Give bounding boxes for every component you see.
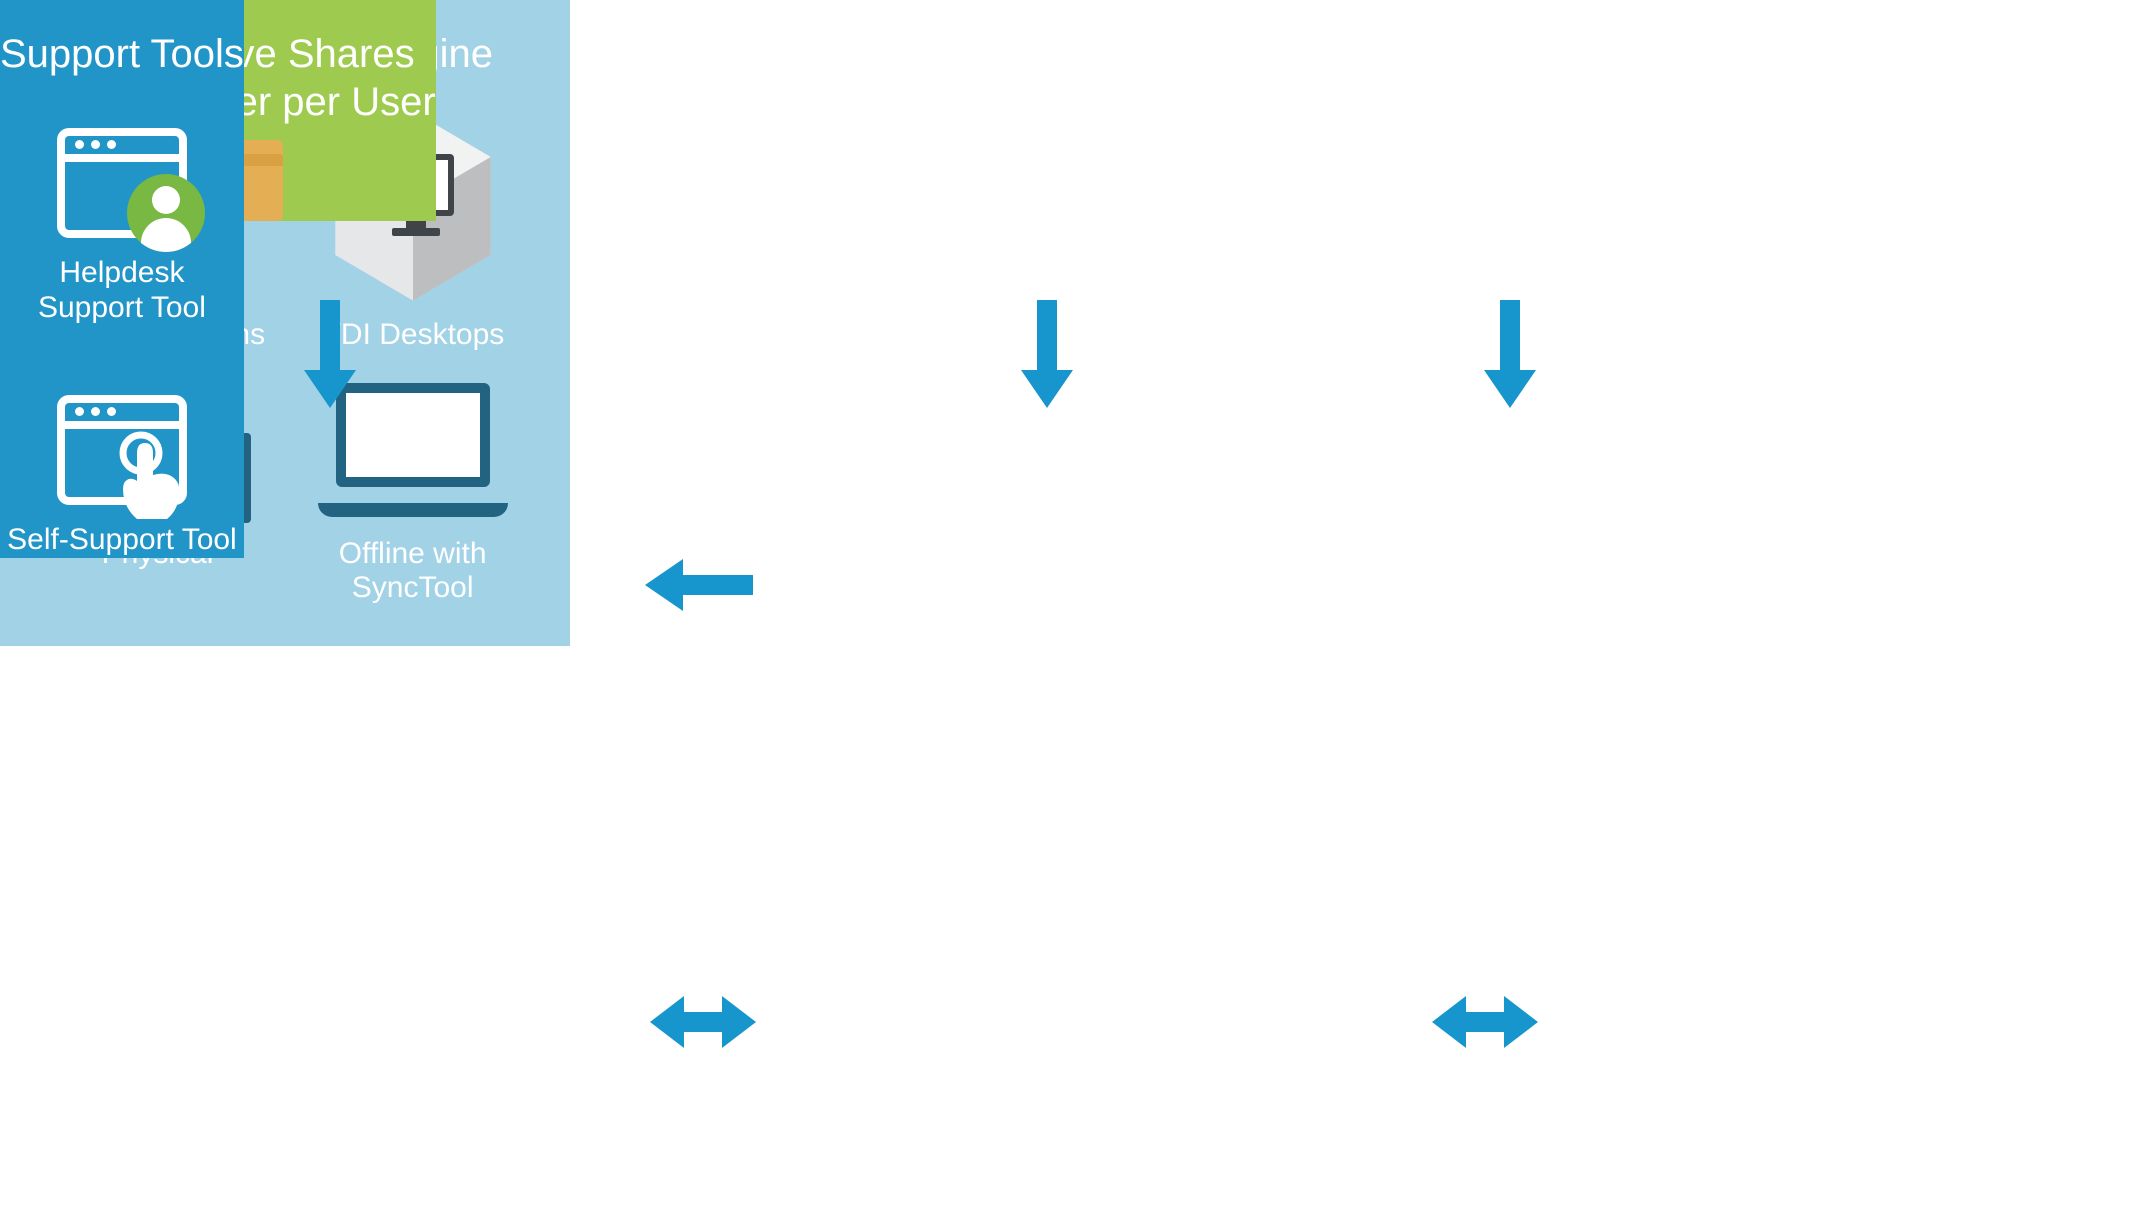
offline-label: Offline with SyncTool: [339, 537, 487, 606]
support-tools-title: Support Tools: [0, 30, 244, 78]
touch-icon: [109, 427, 199, 527]
arrow-down-icon: [1480, 300, 1540, 410]
arrow-bidirectional-icon: [648, 990, 758, 1054]
helpdesk-label: Helpdesk Support Tool: [38, 256, 206, 325]
arrow-bidirectional-icon: [1430, 990, 1540, 1054]
window-icon: [57, 395, 187, 505]
arrow-down-icon: [1017, 300, 1077, 410]
self-support-label: Self-Support Tool: [7, 523, 237, 558]
window-icon: [57, 128, 187, 238]
user-icon: [127, 174, 205, 252]
support-tools-box: Support Tools Helpdesk Support Tool Self…: [0, 0, 244, 558]
arrow-left-icon: [643, 555, 753, 615]
arrow-down-icon: [300, 300, 360, 410]
offline-cell: Offline with SyncTool: [305, 383, 520, 606]
